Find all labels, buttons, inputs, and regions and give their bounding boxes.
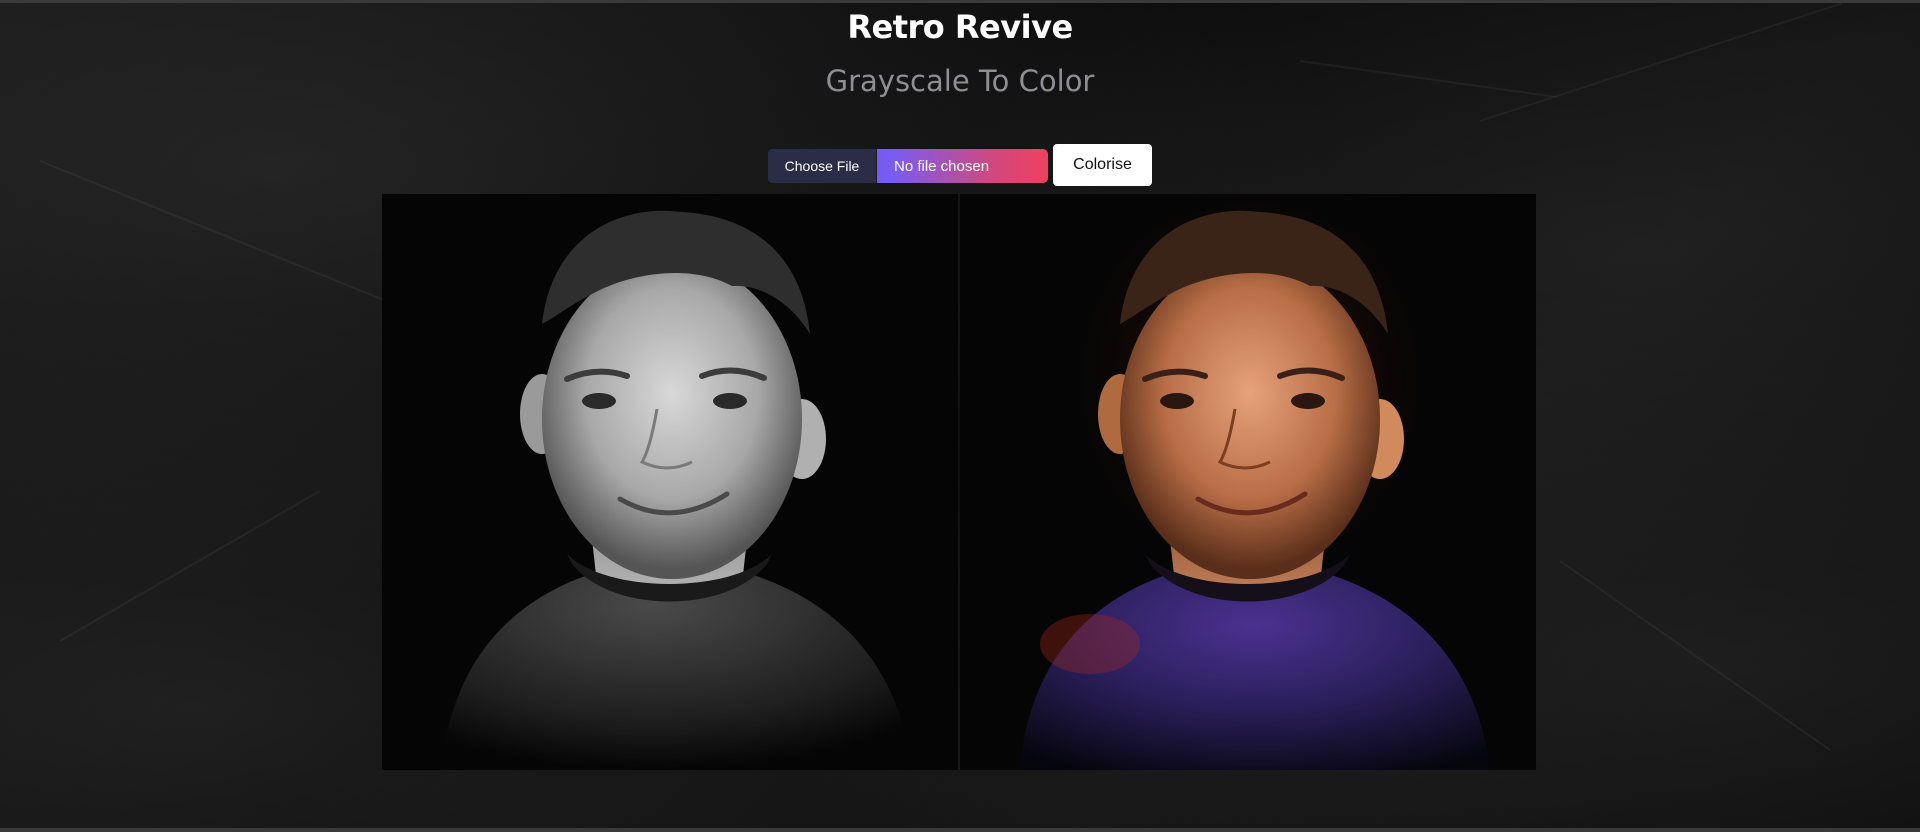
file-status-label: No file chosen xyxy=(894,157,990,175)
grayscale-portrait xyxy=(382,194,958,770)
background-texture xyxy=(39,160,430,320)
file-input[interactable]: Choose File No file chosen xyxy=(768,149,1048,183)
colorized-portrait xyxy=(960,194,1536,770)
choose-file-button[interactable]: Choose File xyxy=(768,149,877,183)
bottom-border xyxy=(0,828,1920,832)
background-texture xyxy=(59,490,321,642)
grayscale-image xyxy=(382,194,958,770)
page-subtitle: Grayscale To Color xyxy=(825,64,1095,98)
colorized-image xyxy=(960,194,1536,770)
top-border xyxy=(0,0,1920,3)
colorise-button[interactable]: Colorise xyxy=(1053,144,1152,186)
background-texture xyxy=(1559,560,1831,752)
page-title: Retro Revive xyxy=(847,8,1073,46)
app-page: Retro Revive Grayscale To Color Choose F… xyxy=(0,0,1920,832)
